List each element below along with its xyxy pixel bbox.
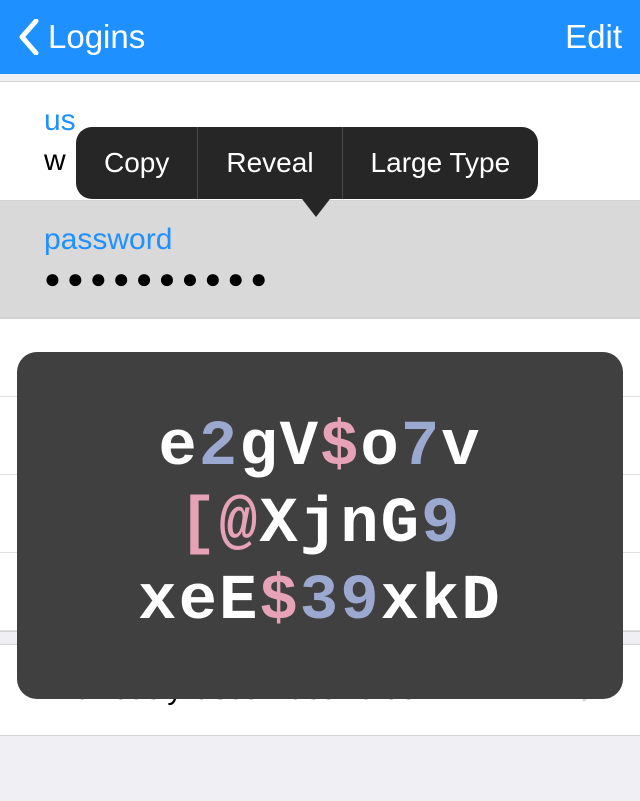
large-type-char: e	[158, 412, 198, 484]
large-type-char: V	[280, 412, 320, 484]
large-type-char: g	[239, 412, 279, 484]
large-type-char: E	[219, 566, 259, 638]
password-row[interactable]: password ●●●●●●●●●●	[0, 201, 640, 318]
large-type-char: e	[179, 566, 219, 638]
large-type-line-2: [@XjnG9	[179, 492, 462, 559]
large-type-char: @	[219, 489, 259, 561]
menu-copy[interactable]: Copy	[76, 127, 197, 199]
edit-button[interactable]: Edit	[565, 18, 622, 56]
large-type-char: [	[179, 489, 219, 561]
password-masked: ●●●●●●●●●●	[44, 263, 596, 295]
large-type-overlay[interactable]: e2gV$o7v [@XjnG9 xeE$39xkD	[17, 352, 623, 699]
large-type-char: D	[461, 566, 501, 638]
divider	[0, 735, 640, 736]
large-type-char: X	[259, 489, 299, 561]
large-type-line-3: xeE$39xkD	[138, 569, 502, 636]
large-type-char: $	[320, 412, 360, 484]
large-type-char: x	[138, 566, 178, 638]
large-type-char: $	[259, 566, 299, 638]
section-separator	[0, 74, 640, 82]
large-type-char: o	[360, 412, 400, 484]
back-button[interactable]: Logins	[18, 18, 145, 56]
large-type-char: G	[381, 489, 421, 561]
large-type-char: 3	[300, 566, 340, 638]
large-type-char: v	[441, 412, 481, 484]
large-type-char: j	[300, 489, 340, 561]
context-menu: Copy Reveal Large Type	[76, 127, 538, 199]
menu-tail-icon	[302, 199, 330, 217]
menu-reveal[interactable]: Reveal	[198, 127, 341, 199]
large-type-char: x	[381, 566, 421, 638]
large-type-char: 2	[199, 412, 239, 484]
large-type-char: 9	[340, 566, 380, 638]
chevron-left-icon	[18, 19, 40, 55]
large-type-char: 9	[421, 489, 461, 561]
navigation-bar: Logins Edit	[0, 0, 640, 74]
large-type-char: n	[340, 489, 380, 561]
large-type-line-1: e2gV$o7v	[158, 415, 481, 482]
password-label: password	[44, 223, 596, 257]
large-type-char: k	[421, 566, 461, 638]
large-type-char: 7	[401, 412, 441, 484]
menu-large-type[interactable]: Large Type	[343, 127, 539, 199]
nav-title: Logins	[48, 18, 145, 56]
